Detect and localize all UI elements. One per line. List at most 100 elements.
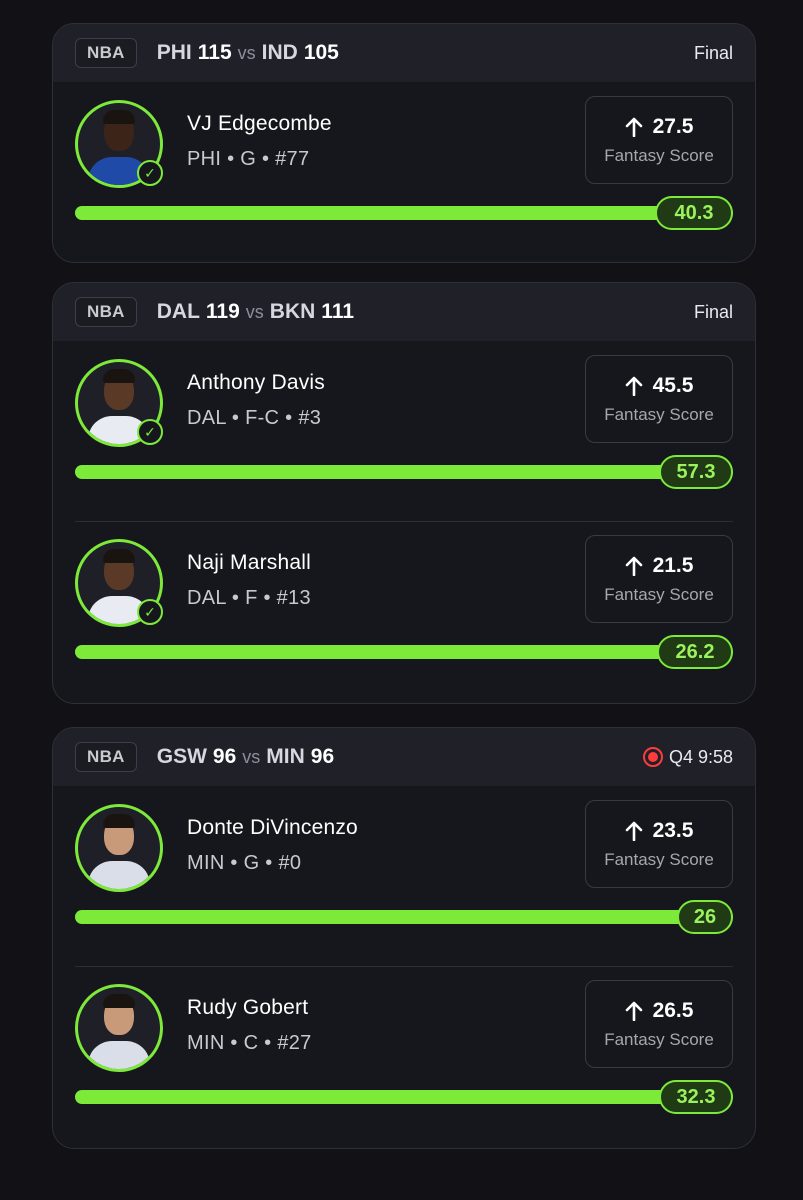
matchup: DAL 119 vs BKN 111 xyxy=(157,300,354,324)
game-status: Final xyxy=(694,43,733,64)
game-status-text: Q4 9:58 xyxy=(668,746,733,767)
actual-score-pill: 32.3 xyxy=(659,1080,733,1114)
progress-fill xyxy=(75,1090,733,1104)
home-score: 115 xyxy=(197,41,232,64)
projection-value: 26.5 xyxy=(652,998,694,1022)
away-score: 111 xyxy=(321,300,355,323)
arrow-up-icon xyxy=(625,376,643,396)
arrow-up-icon xyxy=(625,556,643,576)
projection-line: 27.5 xyxy=(625,114,694,139)
game-status: Final xyxy=(694,302,733,323)
game-status: Q4 9:58 xyxy=(642,746,733,768)
home-team: DAL xyxy=(156,300,200,323)
player-row[interactable]: Rudy Gobert MIN • C • #27 26.5 Fantasy S… xyxy=(53,966,755,1148)
home-score: 96 xyxy=(212,745,237,768)
vs-label: vs xyxy=(245,302,264,322)
game-header: NBA PHI 115 vs IND 105 Final xyxy=(53,24,755,82)
avatar-hair xyxy=(103,994,135,1008)
projection-value: 27.5 xyxy=(652,114,694,138)
progress-track: 32.3 xyxy=(75,1080,733,1114)
projection-value: 45.5 xyxy=(652,373,694,397)
league-badge: NBA xyxy=(75,297,137,327)
projection-line: 23.5 xyxy=(625,818,694,843)
live-record-icon xyxy=(642,747,663,767)
check-circle-icon: ✓ xyxy=(137,160,163,186)
player-name: Donte DiVincenzo xyxy=(187,816,358,839)
player-row[interactable]: Donte DiVincenzo MIN • G • #0 23.5 Fanta… xyxy=(53,786,755,966)
app-root: NBA PHI 115 vs IND 105 Final ✓ VJ Edgeco… xyxy=(0,0,803,1200)
player-row[interactable]: ✓ Naji Marshall DAL • F • #13 21.5 Fanta… xyxy=(53,521,755,703)
player-meta: PHI • G • #77 xyxy=(187,148,310,170)
avatar-jersey xyxy=(88,861,150,889)
vs-label: vs xyxy=(242,747,261,767)
player-meta: DAL • F-C • #3 xyxy=(187,407,322,429)
fantasy-score-label: Fantasy Score xyxy=(604,145,714,165)
away-score: 105 xyxy=(303,41,339,64)
player-name: Rudy Gobert xyxy=(187,996,309,1019)
league-badge: NBA xyxy=(75,38,137,68)
actual-score-pill: 40.3 xyxy=(655,196,733,230)
player-meta: MIN • C • #27 xyxy=(187,1032,312,1054)
progress-track: 26.2 xyxy=(75,635,733,669)
progress-track: 57.3 xyxy=(75,455,733,489)
league-badge: NBA xyxy=(75,742,137,772)
actual-score-pill: 26.2 xyxy=(657,635,733,669)
check-circle-icon: ✓ xyxy=(137,599,163,625)
matchup: PHI 115 vs IND 105 xyxy=(157,41,339,65)
projection-value: 21.5 xyxy=(652,553,694,577)
arrow-up-icon xyxy=(625,821,643,841)
actual-score-pill: 57.3 xyxy=(659,455,733,489)
projection-line: 45.5 xyxy=(625,373,694,398)
avatar-jersey xyxy=(88,1041,150,1069)
fantasy-score-box[interactable]: 21.5 Fantasy Score xyxy=(585,535,733,623)
fantasy-score-box[interactable]: 26.5 Fantasy Score xyxy=(585,980,733,1068)
projection-value: 23.5 xyxy=(652,818,694,842)
fantasy-score-label: Fantasy Score xyxy=(604,1029,714,1049)
home-score: 119 xyxy=(205,300,240,323)
player-avatar xyxy=(75,804,163,892)
player-row[interactable]: ✓ Anthony Davis DAL • F-C • #3 45.5 Fant… xyxy=(53,341,755,521)
arrow-up-icon xyxy=(625,117,643,137)
player-avatar xyxy=(75,984,163,1072)
projection-line: 26.5 xyxy=(625,998,694,1023)
home-team: PHI xyxy=(156,41,192,64)
game-card[interactable]: NBA DAL 119 vs BKN 111 Final ✓ Anthony D… xyxy=(52,282,756,704)
avatar-hair xyxy=(103,814,135,828)
player-name: Anthony Davis xyxy=(187,371,326,394)
fantasy-score-label: Fantasy Score xyxy=(604,584,714,604)
check-circle-icon: ✓ xyxy=(137,419,163,445)
progress-fill xyxy=(75,910,733,924)
fantasy-score-label: Fantasy Score xyxy=(604,849,714,869)
away-team: MIN xyxy=(266,745,305,768)
fantasy-score-box[interactable]: 45.5 Fantasy Score xyxy=(585,355,733,443)
actual-score-pill: 26 xyxy=(677,900,733,934)
row-divider xyxy=(75,966,733,967)
fantasy-score-label: Fantasy Score xyxy=(604,404,714,424)
away-team: IND xyxy=(261,41,298,64)
projection-line: 21.5 xyxy=(625,553,694,578)
away-score: 96 xyxy=(310,745,335,768)
vs-label: vs xyxy=(237,43,256,63)
away-team: BKN xyxy=(269,300,316,323)
player-name: VJ Edgecombe xyxy=(187,112,332,135)
progress-fill xyxy=(75,465,733,479)
avatar-hair xyxy=(103,110,135,124)
game-header: NBA GSW 96 vs MIN 96 Q4 9:58 xyxy=(53,728,755,786)
player-meta: DAL • F • #13 xyxy=(187,587,311,609)
avatar-hair xyxy=(103,549,135,563)
fantasy-score-box[interactable]: 27.5 Fantasy Score xyxy=(585,96,733,184)
home-team: GSW xyxy=(156,745,207,768)
matchup: GSW 96 vs MIN 96 xyxy=(157,745,334,769)
progress-fill xyxy=(75,645,733,659)
player-row[interactable]: ✓ VJ Edgecombe PHI • G • #77 27.5 Fantas… xyxy=(53,82,755,262)
game-status-text: Final xyxy=(693,42,733,63)
row-divider xyxy=(75,521,733,522)
progress-fill xyxy=(75,206,733,220)
fantasy-score-box[interactable]: 23.5 Fantasy Score xyxy=(585,800,733,888)
arrow-up-icon xyxy=(625,1001,643,1021)
avatar-hair xyxy=(103,369,135,383)
game-card[interactable]: NBA PHI 115 vs IND 105 Final ✓ VJ Edgeco… xyxy=(52,23,756,263)
game-card[interactable]: NBA GSW 96 vs MIN 96 Q4 9:58 Donte DiVin… xyxy=(52,727,756,1149)
progress-track: 40.3 xyxy=(75,196,733,230)
player-name: Naji Marshall xyxy=(187,551,311,574)
